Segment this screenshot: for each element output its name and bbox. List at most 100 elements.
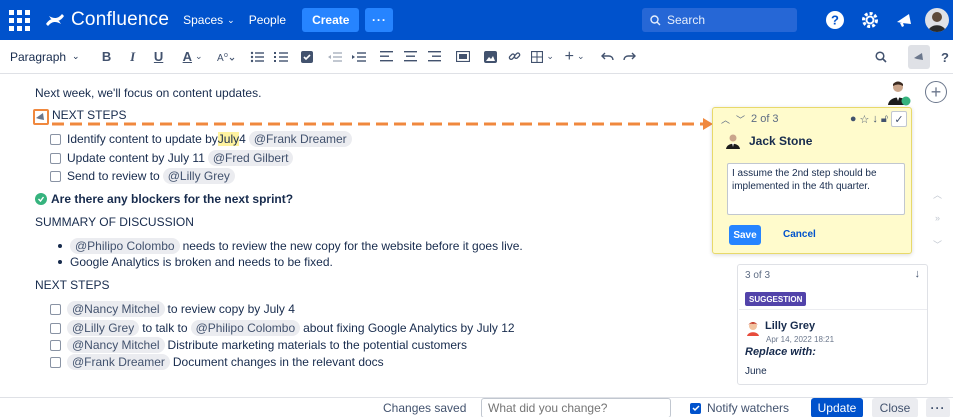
find-replace-icon[interactable]: [872, 45, 890, 69]
notify-watchers-toggle[interactable]: Notify watchers: [690, 401, 789, 415]
mention[interactable]: @Nancy Mitchel: [67, 337, 165, 353]
more-formatting-icon[interactable]: Ao: [212, 45, 240, 69]
redo-icon[interactable]: [620, 45, 640, 69]
unlock-icon[interactable]: 🔓︎: [881, 113, 888, 126]
task-item: @Nancy Mitchel to review copy by July 4: [50, 301, 295, 317]
change-message-input[interactable]: [481, 398, 671, 417]
task-checkbox[interactable]: [50, 303, 61, 315]
highlighted-text[interactable]: July: [217, 132, 240, 146]
suggestion-counter: 3 of 3: [745, 269, 771, 281]
numbered-list-icon[interactable]: [270, 45, 292, 69]
align-center-icon[interactable]: [400, 45, 422, 69]
reaction-icon[interactable]: ●: [850, 113, 857, 125]
mention[interactable]: @Lilly Grey: [67, 320, 140, 336]
replace-label: Replace with:: [745, 346, 816, 358]
layout-icon[interactable]: [452, 45, 474, 69]
avatar: [747, 322, 759, 336]
double-chevron-right-icon[interactable]: »: [935, 213, 940, 223]
list-item: Google Analytics is broken and needs to …: [58, 255, 333, 269]
chevron-down-icon[interactable]: ﹀: [736, 113, 745, 126]
arrow-down-icon[interactable]: ↓: [872, 113, 878, 125]
comment-textarea[interactable]: I assume the 2nd step should be implemen…: [727, 163, 905, 215]
chevron-down-icon[interactable]: ﹀: [933, 238, 942, 251]
bullet-dot: [58, 244, 62, 248]
collaborator-avatar[interactable]: [886, 79, 912, 107]
comment-author-name: Jack Stone: [749, 134, 813, 148]
save-comment-button[interactable]: Save: [729, 225, 761, 245]
task-text: about fixing Google Analytics by July 12: [303, 321, 515, 335]
notifications-megaphone-icon[interactable]: [893, 9, 915, 31]
resolve-check-icon[interactable]: ✓: [891, 111, 907, 127]
mention[interactable]: @Nancy Mitchel: [67, 301, 165, 317]
chevron-up-icon[interactable]: ︿: [721, 113, 730, 126]
intro-text: Next week, we'll focus on content update…: [35, 86, 262, 100]
settings-gear-icon[interactable]: [859, 9, 881, 31]
mention[interactable]: @Philipo Colombo: [190, 320, 301, 336]
mention[interactable]: @Frank Dreamer: [248, 131, 352, 147]
more-button[interactable]: ···: [365, 8, 394, 32]
create-button[interactable]: Create: [302, 8, 360, 32]
app-switcher-icon[interactable]: [6, 7, 33, 34]
task-checkbox[interactable]: [50, 152, 61, 164]
bullet-list-icon[interactable]: [246, 45, 268, 69]
close-button[interactable]: Close: [872, 398, 918, 417]
notify-label: Notify watchers: [707, 401, 790, 415]
bottom-bar: Changes saved Notify watchers Update Clo…: [0, 397, 953, 417]
svg-text:?: ?: [831, 13, 839, 28]
editor-content[interactable]: Next week, we'll focus on content update…: [0, 74, 710, 394]
star-icon[interactable]: ☆: [859, 113, 869, 126]
inline-comment-marker[interactable]: [33, 109, 49, 125]
task-checkbox[interactable]: [50, 356, 61, 368]
underline-button[interactable]: U: [148, 45, 170, 69]
mention[interactable]: @Lilly Grey: [162, 168, 235, 184]
table-icon[interactable]: ⌄: [528, 45, 558, 69]
check-circle-icon: [35, 193, 47, 205]
align-right-icon[interactable]: [424, 45, 446, 69]
summary-heading: SUMMARY OF DISCUSSION: [35, 215, 194, 229]
help-icon[interactable]: ?: [824, 9, 846, 31]
insert-plus-icon[interactable]: + ⌄: [560, 45, 590, 69]
undo-icon[interactable]: [598, 45, 618, 69]
cancel-comment-button[interactable]: Cancel: [783, 229, 816, 240]
replace-value: June: [745, 366, 767, 377]
mention[interactable]: @Philipo Colombo: [70, 238, 180, 254]
user-avatar[interactable]: [925, 8, 949, 32]
search-input[interactable]: Search: [642, 8, 797, 32]
chevron-down-icon: ⌄: [576, 51, 585, 61]
task-checkbox[interactable]: [50, 133, 61, 145]
comment-counter: 2 of 3: [751, 113, 779, 125]
add-comment-button[interactable]: +: [925, 81, 947, 103]
indent-icon[interactable]: [348, 45, 370, 69]
comment-megaphone-icon[interactable]: [908, 45, 930, 69]
align-left-icon[interactable]: [376, 45, 398, 69]
link-icon[interactable]: [504, 45, 526, 69]
confluence-logo[interactable]: Confluence: [45, 9, 169, 31]
task-text: Document changes in the relevant docs: [172, 355, 384, 369]
text-color-button[interactable]: A ⌄: [178, 45, 208, 69]
update-button[interactable]: Update: [811, 398, 863, 417]
task-item: Send to review to @Lilly Grey: [50, 168, 238, 184]
italic-button[interactable]: I: [122, 45, 144, 69]
paragraph-style-dropdown[interactable]: Paragraph ⌄: [10, 45, 80, 69]
chevron-up-icon[interactable]: ︿: [933, 188, 942, 201]
outdent-icon[interactable]: [324, 45, 346, 69]
comment-author: Jack Stone: [713, 130, 911, 152]
arrow-down-icon[interactable]: ↓: [915, 268, 921, 280]
search-placeholder: Search: [667, 13, 706, 27]
bold-button[interactable]: B: [96, 45, 118, 69]
mention[interactable]: @Fred Gilbert: [207, 150, 294, 166]
task-checkbox[interactable]: [50, 339, 61, 351]
task-checkbox[interactable]: [50, 170, 61, 182]
help-question-icon[interactable]: ?: [938, 45, 952, 69]
next-steps-heading: NEXT STEPS: [35, 278, 110, 292]
spaces-menu[interactable]: Spaces ⌄: [183, 13, 235, 27]
notify-checkbox[interactable]: [690, 402, 701, 414]
image-icon[interactable]: [480, 45, 502, 69]
task-list-icon[interactable]: [296, 45, 318, 69]
people-link[interactable]: People: [249, 13, 286, 27]
task-text: 4: [239, 132, 246, 146]
mention[interactable]: @Frank Dreamer: [67, 354, 170, 370]
avatar: [726, 134, 740, 149]
task-checkbox[interactable]: [50, 322, 61, 334]
more-options-button[interactable]: ···: [926, 398, 950, 417]
